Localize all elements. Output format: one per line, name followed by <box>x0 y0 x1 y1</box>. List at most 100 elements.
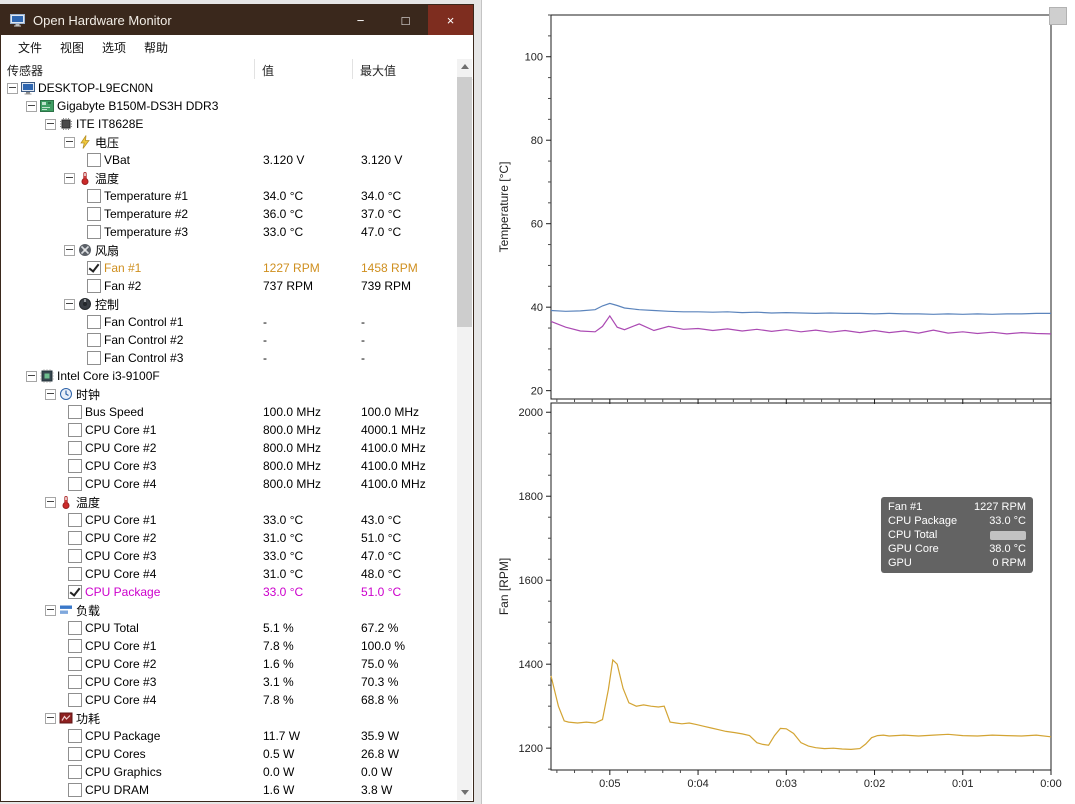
expander-icon[interactable] <box>45 118 56 130</box>
tree-row[interactable]: Fan #2 737 RPM 739 RPM <box>1 277 458 295</box>
checkbox[interactable] <box>68 477 82 491</box>
expander-icon[interactable] <box>64 136 75 148</box>
tree-row[interactable]: CPU Total 5.1 % 67.2 % <box>1 619 458 637</box>
expander-icon[interactable] <box>7 82 18 94</box>
menu-options[interactable]: 选项 <box>93 39 135 56</box>
tree-row[interactable]: CPU Core #3 33.0 °C 47.0 °C <box>1 547 458 565</box>
tree-row[interactable]: Intel Core i3-9100F <box>1 367 458 385</box>
checkbox[interactable] <box>68 621 82 635</box>
checkbox[interactable] <box>68 639 82 653</box>
minimize-button[interactable]: − <box>338 5 383 35</box>
checkbox[interactable] <box>68 729 82 743</box>
tree-row[interactable]: CPU Core #2 800.0 MHz 4100.0 MHz <box>1 439 458 457</box>
checkbox[interactable] <box>87 153 101 167</box>
scroll-up-button[interactable] <box>457 59 472 74</box>
tree-row[interactable]: CPU Core #4 7.8 % 68.8 % <box>1 691 458 709</box>
tree-row[interactable]: CPU Package 33.0 °C 51.0 °C <box>1 583 458 601</box>
checkbox[interactable] <box>87 279 101 293</box>
tree-row[interactable]: 时钟 <box>1 385 458 403</box>
tree-row[interactable]: CPU Core #2 1.6 % 75.0 % <box>1 655 458 673</box>
tree-row[interactable]: Fan #1 1227 RPM 1458 RPM <box>1 259 458 277</box>
checkbox[interactable] <box>68 405 82 419</box>
y-tick-label: 1600 <box>519 575 543 587</box>
expander-icon[interactable] <box>45 712 56 724</box>
checkbox[interactable] <box>87 189 101 203</box>
checkbox[interactable] <box>87 207 101 221</box>
titlebar[interactable]: Open Hardware Monitor − □ × <box>1 5 473 35</box>
tree-row[interactable]: Temperature #2 36.0 °C 37.0 °C <box>1 205 458 223</box>
tree-scrollbar[interactable] <box>457 59 472 800</box>
checkbox[interactable] <box>68 693 82 707</box>
tree-row[interactable]: Bus Speed 100.0 MHz 100.0 MHz <box>1 403 458 421</box>
expander-icon[interactable] <box>26 100 37 112</box>
tree-row[interactable]: CPU Core #3 800.0 MHz 4100.0 MHz <box>1 457 458 475</box>
scroll-thumb[interactable] <box>457 77 472 327</box>
checkbox[interactable] <box>68 585 82 599</box>
tree-row[interactable]: Temperature #1 34.0 °C 34.0 °C <box>1 187 458 205</box>
tree-row[interactable]: Gigabyte B150M-DS3H DDR3 <box>1 97 458 115</box>
tree-row[interactable]: 负载 <box>1 601 458 619</box>
tree-row[interactable]: 温度 <box>1 169 458 187</box>
tree-row[interactable]: ITE IT8628E <box>1 115 458 133</box>
tree-row[interactable]: CPU Core #2 31.0 °C 51.0 °C <box>1 529 458 547</box>
tree-row[interactable]: CPU DRAM 1.6 W 3.8 W <box>1 781 458 799</box>
expander-icon[interactable] <box>64 298 75 310</box>
close-button[interactable]: × <box>428 5 473 35</box>
tree-row[interactable]: Fan Control #1 - - <box>1 313 458 331</box>
tree-row[interactable]: CPU Core #4 31.0 °C 48.0 °C <box>1 565 458 583</box>
column-value[interactable]: 值 <box>262 62 274 79</box>
tree-row[interactable]: CPU Core #1 7.8 % 100.0 % <box>1 637 458 655</box>
checkbox[interactable] <box>87 351 101 365</box>
checkbox[interactable] <box>68 675 82 689</box>
checkbox[interactable] <box>68 747 82 761</box>
tree-row[interactable]: CPU Cores 0.5 W 26.8 W <box>1 745 458 763</box>
checkbox[interactable] <box>68 549 82 563</box>
tree-row[interactable]: CPU Graphics 0.0 W 0.0 W <box>1 763 458 781</box>
expander-icon[interactable] <box>26 370 37 382</box>
tree-row[interactable]: Fan Control #3 - - <box>1 349 458 367</box>
scroll-down-button[interactable] <box>457 785 472 800</box>
sensor-value: 800.0 MHz <box>263 477 322 491</box>
maximize-button[interactable]: □ <box>383 5 428 35</box>
expander-icon[interactable] <box>64 172 75 184</box>
checkbox[interactable] <box>68 765 82 779</box>
tree-row[interactable]: DESKTOP-L9ECN0N <box>1 79 458 97</box>
menu-help[interactable]: 帮助 <box>135 39 177 56</box>
tree-row[interactable]: CPU Core #1 33.0 °C 43.0 °C <box>1 511 458 529</box>
checkbox[interactable] <box>68 441 82 455</box>
tree-row[interactable]: CPU Core #4 800.0 MHz 4100.0 MHz <box>1 475 458 493</box>
checkbox[interactable] <box>68 513 82 527</box>
checkbox[interactable] <box>68 567 82 581</box>
checkbox[interactable] <box>68 531 82 545</box>
checkbox[interactable] <box>68 423 82 437</box>
tree-row[interactable]: Fan Control #2 - - <box>1 331 458 349</box>
checkbox[interactable] <box>87 261 101 275</box>
expander-icon[interactable] <box>45 388 56 400</box>
tree-row[interactable]: Temperature #3 33.0 °C 47.0 °C <box>1 223 458 241</box>
sensor-label: CPU Core #1 <box>85 513 157 527</box>
checkbox[interactable] <box>68 459 82 473</box>
sensor-label: Temperature #1 <box>104 189 189 203</box>
tree-row[interactable]: 功耗 <box>1 709 458 727</box>
tree-row[interactable]: CPU Core #3 3.1 % 70.3 % <box>1 673 458 691</box>
tree-row[interactable]: CPU Package 11.7 W 35.9 W <box>1 727 458 745</box>
column-sensor[interactable]: 传感器 <box>7 62 43 79</box>
tree-row[interactable]: VBat 3.120 V 3.120 V <box>1 151 458 169</box>
expander-icon[interactable] <box>64 244 75 256</box>
expander-icon[interactable] <box>45 604 56 616</box>
checkbox[interactable] <box>87 315 101 329</box>
sensor-max: 47.0 °C <box>361 225 402 239</box>
tree-row[interactable]: CPU Core #1 800.0 MHz 4000.1 MHz <box>1 421 458 439</box>
checkbox[interactable] <box>87 333 101 347</box>
checkbox[interactable] <box>68 783 82 797</box>
checkbox[interactable] <box>87 225 101 239</box>
tree-row[interactable]: 风扇 <box>1 241 458 259</box>
tree-row[interactable]: 温度 <box>1 493 458 511</box>
tree-row[interactable]: 控制 <box>1 295 458 313</box>
menu-view[interactable]: 视图 <box>51 39 93 56</box>
checkbox[interactable] <box>68 657 82 671</box>
tree-row[interactable]: 电压 <box>1 133 458 151</box>
column-max[interactable]: 最大值 <box>360 62 396 79</box>
menu-file[interactable]: 文件 <box>9 39 51 56</box>
expander-icon[interactable] <box>45 496 56 508</box>
